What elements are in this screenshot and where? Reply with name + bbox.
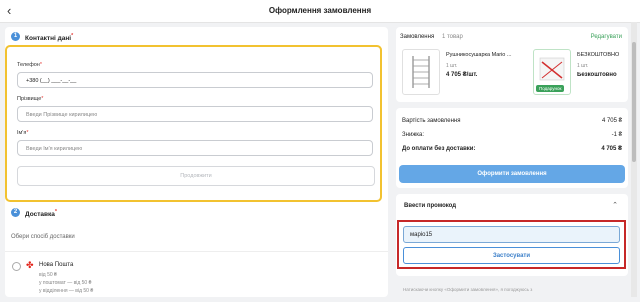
- product-1-qty: 1 шт.: [446, 63, 458, 69]
- surname-required-mark: *: [41, 96, 44, 102]
- contacts-heading: Контактні дані*: [25, 33, 73, 42]
- scrollbar-thumb[interactable]: [632, 42, 636, 162]
- nova-poshta-from-price: від 50 ₴: [39, 272, 57, 278]
- product-image-gift: Подарунок: [533, 49, 571, 95]
- contacts-heading-text: Контактні дані: [25, 35, 72, 43]
- nova-poshta-branch-price: у відділення — від 50 ₴: [39, 288, 94, 294]
- discount-row: Знижка: -1 ₴: [402, 132, 622, 138]
- promo-heading[interactable]: Ввести промокод: [404, 203, 456, 209]
- terms-note: Натискаючи кнопку «Оформити замовлення»,…: [403, 287, 533, 292]
- phone-required-mark: *: [39, 62, 42, 68]
- step-2-number: 2: [11, 208, 20, 217]
- delivery-heading: Доставка*: [25, 209, 57, 218]
- cost-value: 4 705 ₴: [601, 118, 622, 124]
- delivery-required-mark: *: [54, 209, 57, 215]
- delivery-heading-text: Доставка: [25, 211, 55, 219]
- order-card: Замовлення 1 товар Редагувати Рушникосуш…: [396, 27, 628, 102]
- edit-order-link[interactable]: Редагувати: [591, 34, 622, 40]
- name-input[interactable]: Введи Ім'я кирилицею: [17, 140, 373, 156]
- phone-label-text: Телефон: [17, 62, 40, 68]
- contacts-form-box: Телефон* +380 (__) ___-__-__ Прізвище* В…: [5, 45, 382, 202]
- continue-button[interactable]: Продовжити: [17, 166, 375, 186]
- product-image-towel-dryer: [402, 49, 440, 95]
- promo-card: Ввести промокод ⌃ маріо15 Застосувати: [396, 194, 628, 276]
- required-mark: *: [71, 33, 74, 39]
- discount-value: -1 ₴: [611, 132, 622, 138]
- chevron-up-icon[interactable]: ⌃: [612, 201, 618, 209]
- surname-label-text: Прізвище: [17, 96, 42, 102]
- header-bar: ‹ Оформлення замовлення: [0, 0, 640, 23]
- cost-row: Вартість замовлення 4 705 ₴: [402, 118, 622, 124]
- product-2-qty: 1 шт.: [577, 63, 589, 69]
- page-scrollbar[interactable]: [631, 22, 637, 297]
- towel-dryer-icon: [412, 56, 430, 88]
- promo-highlight-frame: маріо15 Застосувати: [397, 220, 626, 269]
- summary-card: Вартість замовлення 4 705 ₴ Знижка: -1 ₴…: [396, 108, 628, 188]
- product-1-name[interactable]: Рушникосушарка Mario ...: [446, 52, 511, 58]
- total-label: До оплати без доставки:: [402, 146, 476, 152]
- promo-code-input[interactable]: маріо15: [403, 226, 620, 243]
- order-count: 1 товар: [442, 34, 463, 40]
- nova-poshta-name: Нова Пошта: [39, 262, 74, 268]
- product-2-price: Безкоштовно: [577, 72, 617, 78]
- page-title: Оформлення замовлення: [268, 6, 372, 15]
- place-order-button[interactable]: Оформити замовлення: [399, 165, 625, 183]
- phone-input[interactable]: +380 (__) ___-__-__: [17, 72, 373, 88]
- phone-label: Телефон*: [17, 62, 42, 68]
- discount-label: Знижка:: [402, 132, 425, 138]
- surname-input[interactable]: Введи Прізвище кирилицею: [17, 106, 373, 122]
- name-label: Ім'я*: [17, 130, 28, 136]
- checkout-left-panel: 1 Контактні дані* Телефон* +380 (__) ___…: [5, 27, 388, 297]
- product-2-name[interactable]: БЕЗКОШТОВНО: [577, 52, 627, 58]
- delivery-choose-label: Обери спосіб доставки: [11, 234, 75, 240]
- product-1-price: 4 705 ₴/шт.: [446, 72, 478, 78]
- nova-poshta-postomat-price: у поштомат — від 50 ₴: [39, 280, 92, 286]
- apply-promo-button[interactable]: Застосувати: [403, 247, 620, 264]
- nova-poshta-option[interactable]: ✤ Нова Пошта від 50 ₴ у поштомат — від 5…: [5, 251, 388, 302]
- name-label-text: Ім'я: [17, 130, 27, 136]
- name-required-mark: *: [26, 130, 29, 136]
- order-label: Замовлення: [400, 34, 435, 40]
- total-value: 4 705 ₴: [601, 146, 622, 152]
- surname-label: Прізвище*: [17, 96, 43, 102]
- nova-poshta-logo-icon: ✤: [26, 260, 34, 270]
- step-1-number: 1: [11, 32, 20, 41]
- gift-badge: Подарунок: [536, 85, 565, 92]
- total-row: До оплати без доставки: 4 705 ₴: [402, 146, 622, 152]
- cost-label: Вартість замовлення: [402, 118, 461, 124]
- nova-poshta-radio[interactable]: [12, 262, 21, 271]
